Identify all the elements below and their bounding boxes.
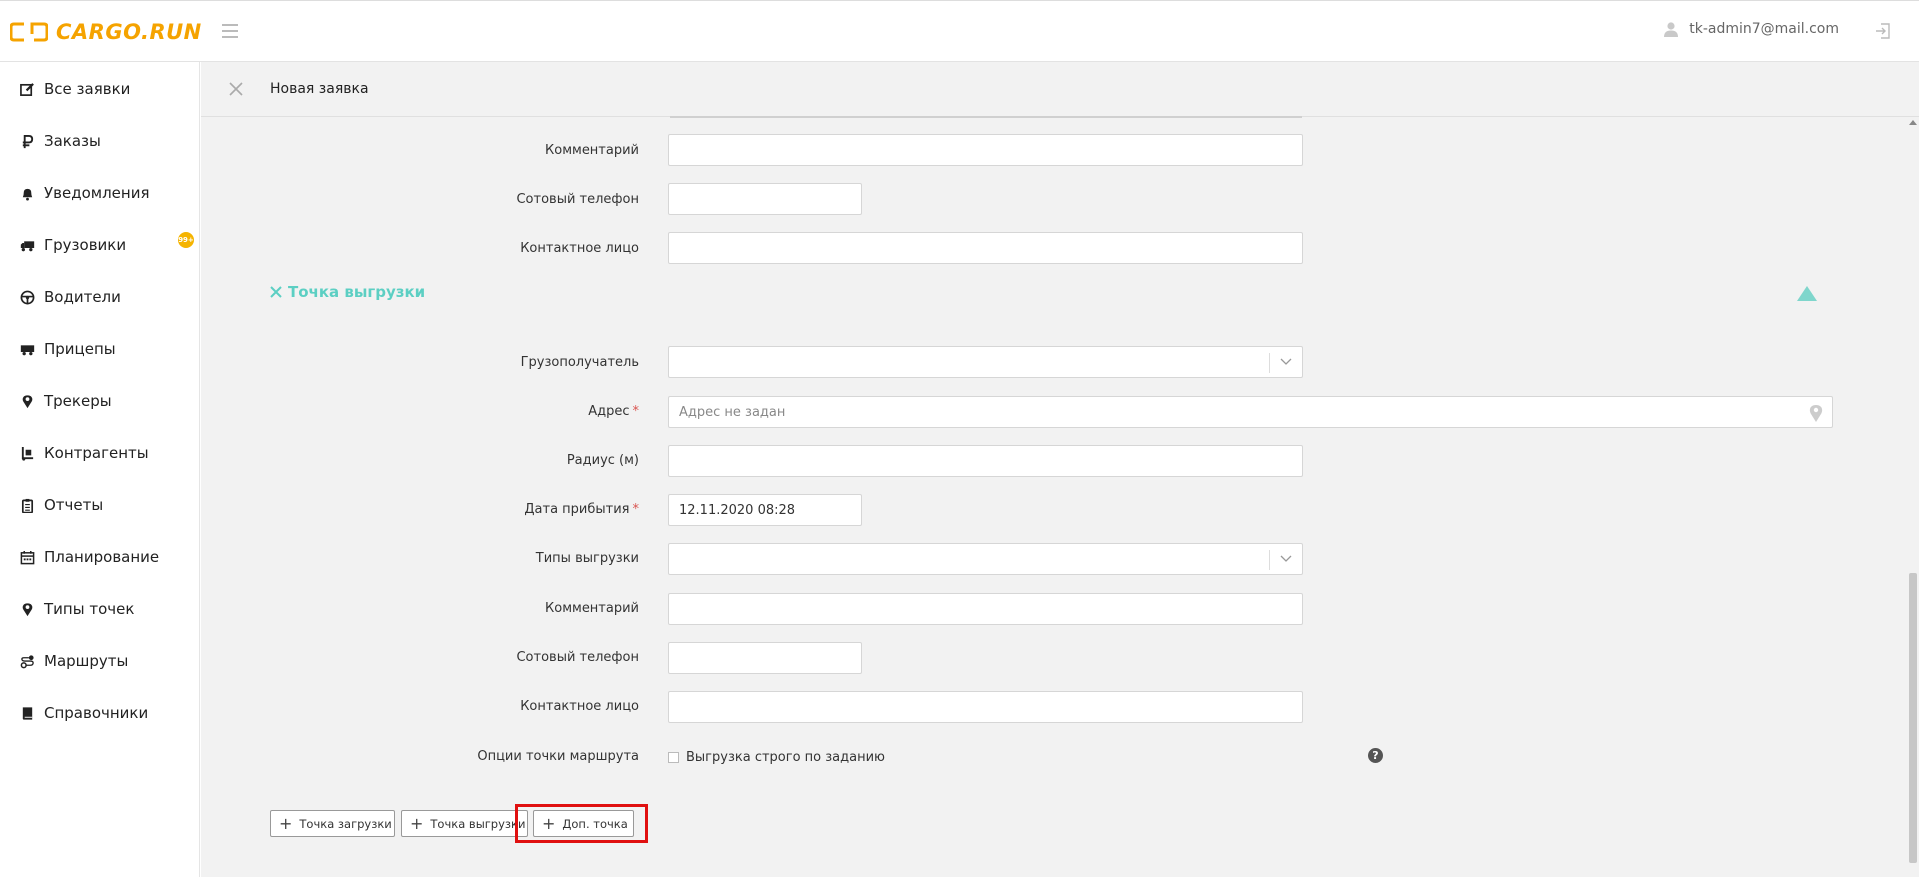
- close-icon[interactable]: [229, 82, 243, 100]
- unload-comment-input[interactable]: [668, 593, 1303, 625]
- user-email: tk-admin7@mail.com: [1689, 21, 1839, 37]
- consignee-select[interactable]: [668, 346, 1303, 378]
- sidebar-item-trucks[interactable]: Грузовики: [20, 236, 126, 254]
- sidebar: Все заявки Заказы Уведомления Грузовики …: [0, 62, 200, 877]
- section-unloading-point[interactable]: Точка выгрузки: [270, 283, 425, 301]
- chevron-down-icon: [1280, 358, 1292, 365]
- notifications-badge: 99+: [178, 232, 194, 248]
- sidebar-item-label: Грузовики: [44, 236, 127, 254]
- sidebar-item-label: Контрагенты: [44, 444, 149, 462]
- sidebar-item-counterparties[interactable]: Контрагенты: [20, 444, 149, 462]
- hand-truck-icon: [21, 446, 34, 461]
- sidebar-item-label: Трекеры: [44, 392, 112, 410]
- clipboard-icon: [21, 498, 34, 513]
- strict-unload-option[interactable]: Выгрузка строго по заданию: [668, 750, 885, 765]
- sidebar-item-label: Уведомления: [44, 184, 150, 202]
- user-menu[interactable]: tk-admin7@mail.com: [1663, 21, 1839, 37]
- unload-comment-label: Комментарий: [545, 601, 639, 616]
- sidebar-item-label: Заказы: [44, 132, 101, 150]
- collapse-triangle-icon[interactable]: [1797, 286, 1817, 301]
- plus-icon: +: [279, 813, 293, 833]
- consignee-label: Грузополучатель: [520, 355, 639, 370]
- map-pin-icon: [22, 602, 33, 616]
- edit-icon: [20, 82, 34, 96]
- map-pin-icon: [22, 394, 33, 408]
- unload-types-label: Типы выгрузки: [535, 551, 639, 566]
- section-title: Точка выгрузки: [288, 283, 426, 301]
- strict-unload-checkbox[interactable]: [668, 752, 679, 763]
- highlight-box: [515, 804, 648, 843]
- route-options-label: Опции точки маршрута: [477, 749, 639, 764]
- comment-input[interactable]: [668, 134, 1303, 166]
- menu-toggle-icon[interactable]: [222, 24, 238, 38]
- arrival-date-input[interactable]: 12.11.2020 08:28: [668, 494, 862, 526]
- book-icon: [22, 706, 33, 720]
- contact-label: Контактное лицо: [520, 241, 639, 256]
- sidebar-item-label: Отчеты: [44, 496, 104, 514]
- unload-contact-label: Контактное лицо: [520, 699, 639, 714]
- unload-types-select[interactable]: [668, 543, 1303, 575]
- add-unloading-point-button[interactable]: + Точка выгрузки: [401, 810, 528, 837]
- help-icon[interactable]: ?: [1368, 748, 1383, 763]
- sidebar-item-label: Справочники: [44, 704, 149, 722]
- unload-contact-input[interactable]: [668, 691, 1303, 723]
- comment-label: Комментарий: [545, 143, 639, 158]
- scroll-up-arrow-icon[interactable]: [1909, 120, 1917, 125]
- tab-bar: Новая заявка: [201, 62, 1919, 117]
- top-bar: CARGO.RUN tk-admin7@mail.com: [0, 0, 1919, 62]
- sidebar-item-notifications[interactable]: Уведомления: [20, 184, 149, 202]
- unload-phone-label: Сотовый телефон: [516, 650, 639, 665]
- radius-label: Радиус (м): [566, 453, 639, 468]
- brand-logo[interactable]: CARGO.RUN: [10, 19, 202, 45]
- address-input[interactable]: Адрес не задан: [668, 396, 1833, 428]
- sidebar-item-label: Все заявки: [44, 80, 131, 98]
- sidebar-item-all-requests[interactable]: Все заявки: [20, 80, 130, 98]
- sidebar-item-label: Водители: [44, 288, 121, 306]
- logo-icon: [10, 22, 48, 42]
- strict-unload-label: Выгрузка строго по заданию: [686, 750, 885, 765]
- sidebar-item-drivers[interactable]: Водители: [20, 288, 121, 306]
- chevron-down-icon: [1280, 555, 1292, 562]
- contact-input[interactable]: [668, 232, 1303, 264]
- phone-label: Сотовый телефон: [516, 192, 639, 207]
- arrival-label: Дата прибытия *: [524, 502, 639, 517]
- phone-input[interactable]: [668, 183, 862, 215]
- address-label: Адрес *: [588, 404, 639, 419]
- logout-icon[interactable]: [1875, 23, 1891, 43]
- sidebar-item-orders[interactable]: Заказы: [20, 132, 101, 150]
- sidebar-item-directories[interactable]: Справочники: [20, 704, 148, 722]
- remove-icon: [270, 286, 282, 298]
- truck-icon: [20, 240, 35, 251]
- map-pin-icon[interactable]: [1808, 403, 1824, 423]
- bell-icon: [22, 188, 33, 201]
- sidebar-item-routes[interactable]: Маршруты: [20, 652, 128, 670]
- sidebar-item-label: Планирование: [44, 548, 160, 566]
- calendar-icon: [20, 550, 35, 564]
- plus-icon: +: [410, 813, 424, 833]
- trailer-icon: [20, 344, 35, 355]
- brand-name: CARGO.RUN: [56, 20, 202, 44]
- scrollbar-thumb[interactable]: [1909, 573, 1917, 863]
- unload-phone-input[interactable]: [668, 642, 862, 674]
- sidebar-item-label: Маршруты: [44, 652, 129, 670]
- previous-field-edge: [670, 116, 1302, 118]
- sidebar-item-trailers[interactable]: Прицепы: [20, 340, 116, 358]
- sidebar-item-planning[interactable]: Планирование: [20, 548, 159, 566]
- sidebar-item-label: Типы точек: [44, 600, 135, 618]
- user-icon: [1664, 22, 1679, 37]
- sidebar-item-point-types[interactable]: Типы точек: [20, 600, 134, 618]
- add-loading-point-button[interactable]: + Точка загрузки: [270, 810, 395, 837]
- sidebar-item-trackers[interactable]: Трекеры: [20, 392, 112, 410]
- steering-wheel-icon: [20, 290, 35, 304]
- radius-input[interactable]: [668, 445, 1303, 477]
- route-icon: [20, 654, 34, 668]
- ruble-icon: [22, 134, 34, 148]
- tab-title: Новая заявка: [270, 81, 369, 97]
- sidebar-item-label: Прицепы: [44, 340, 116, 358]
- sidebar-item-reports[interactable]: Отчеты: [20, 496, 103, 514]
